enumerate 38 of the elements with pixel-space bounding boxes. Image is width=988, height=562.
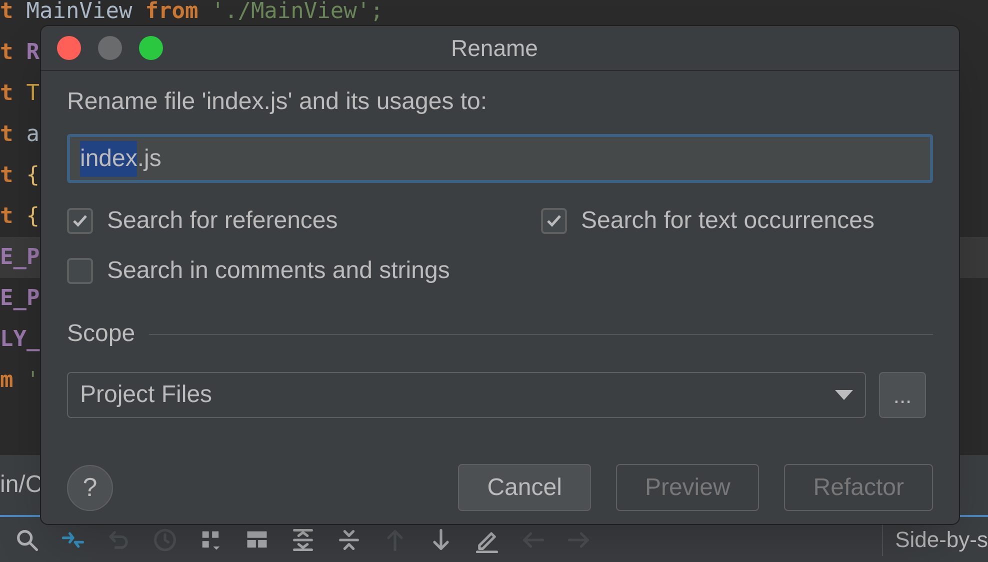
code-token: ': [26, 370, 40, 392]
checkbox[interactable]: [541, 208, 567, 234]
code-token: T: [26, 82, 40, 104]
scope-label: Scope: [67, 319, 136, 349]
more-button[interactable]: ...: [879, 372, 926, 418]
code-token: './MainView';: [211, 0, 384, 22]
expand-icon[interactable]: [290, 526, 316, 552]
help-button[interactable]: ?: [67, 464, 113, 510]
window-title: Rename: [451, 34, 538, 63]
code-token: t: [0, 206, 14, 228]
code-token: {: [26, 164, 40, 186]
code-token: t: [0, 124, 14, 146]
code-token: m: [0, 370, 14, 392]
checkbox[interactable]: [67, 258, 93, 284]
option-checkbox[interactable]: Search for references: [67, 207, 541, 234]
checkbox[interactable]: [67, 208, 93, 234]
caret-icon: [835, 390, 853, 400]
code-token: R: [26, 42, 40, 64]
rename-prompt: Rename file 'index.js' and its usages to:: [67, 87, 488, 117]
code-token: t: [0, 0, 14, 22]
dialog-button[interactable]: Cancel: [458, 464, 591, 511]
filename-field[interactable]: index.js: [67, 134, 933, 183]
code-token: {: [26, 206, 40, 228]
close-button[interactable]: [57, 36, 81, 60]
option-checkbox[interactable]: Search for text occurrences: [541, 207, 933, 234]
scope-dropdown[interactable]: Project Files: [67, 372, 866, 418]
code-token: from: [145, 0, 198, 22]
code-token: t: [0, 82, 14, 104]
editor-tab[interactable]: in/C: [0, 467, 43, 503]
code-token: E_P: [0, 288, 40, 310]
code-token: t: [0, 164, 14, 186]
code-token: MainView: [26, 0, 132, 22]
zoom-button[interactable]: [139, 36, 163, 60]
code-token: t: [0, 42, 14, 64]
code-token: E_P: [0, 246, 40, 268]
code-token: LY_: [0, 328, 40, 350]
code-token: a: [26, 124, 40, 146]
option-checkbox[interactable]: Search in comments and strings: [67, 257, 541, 284]
